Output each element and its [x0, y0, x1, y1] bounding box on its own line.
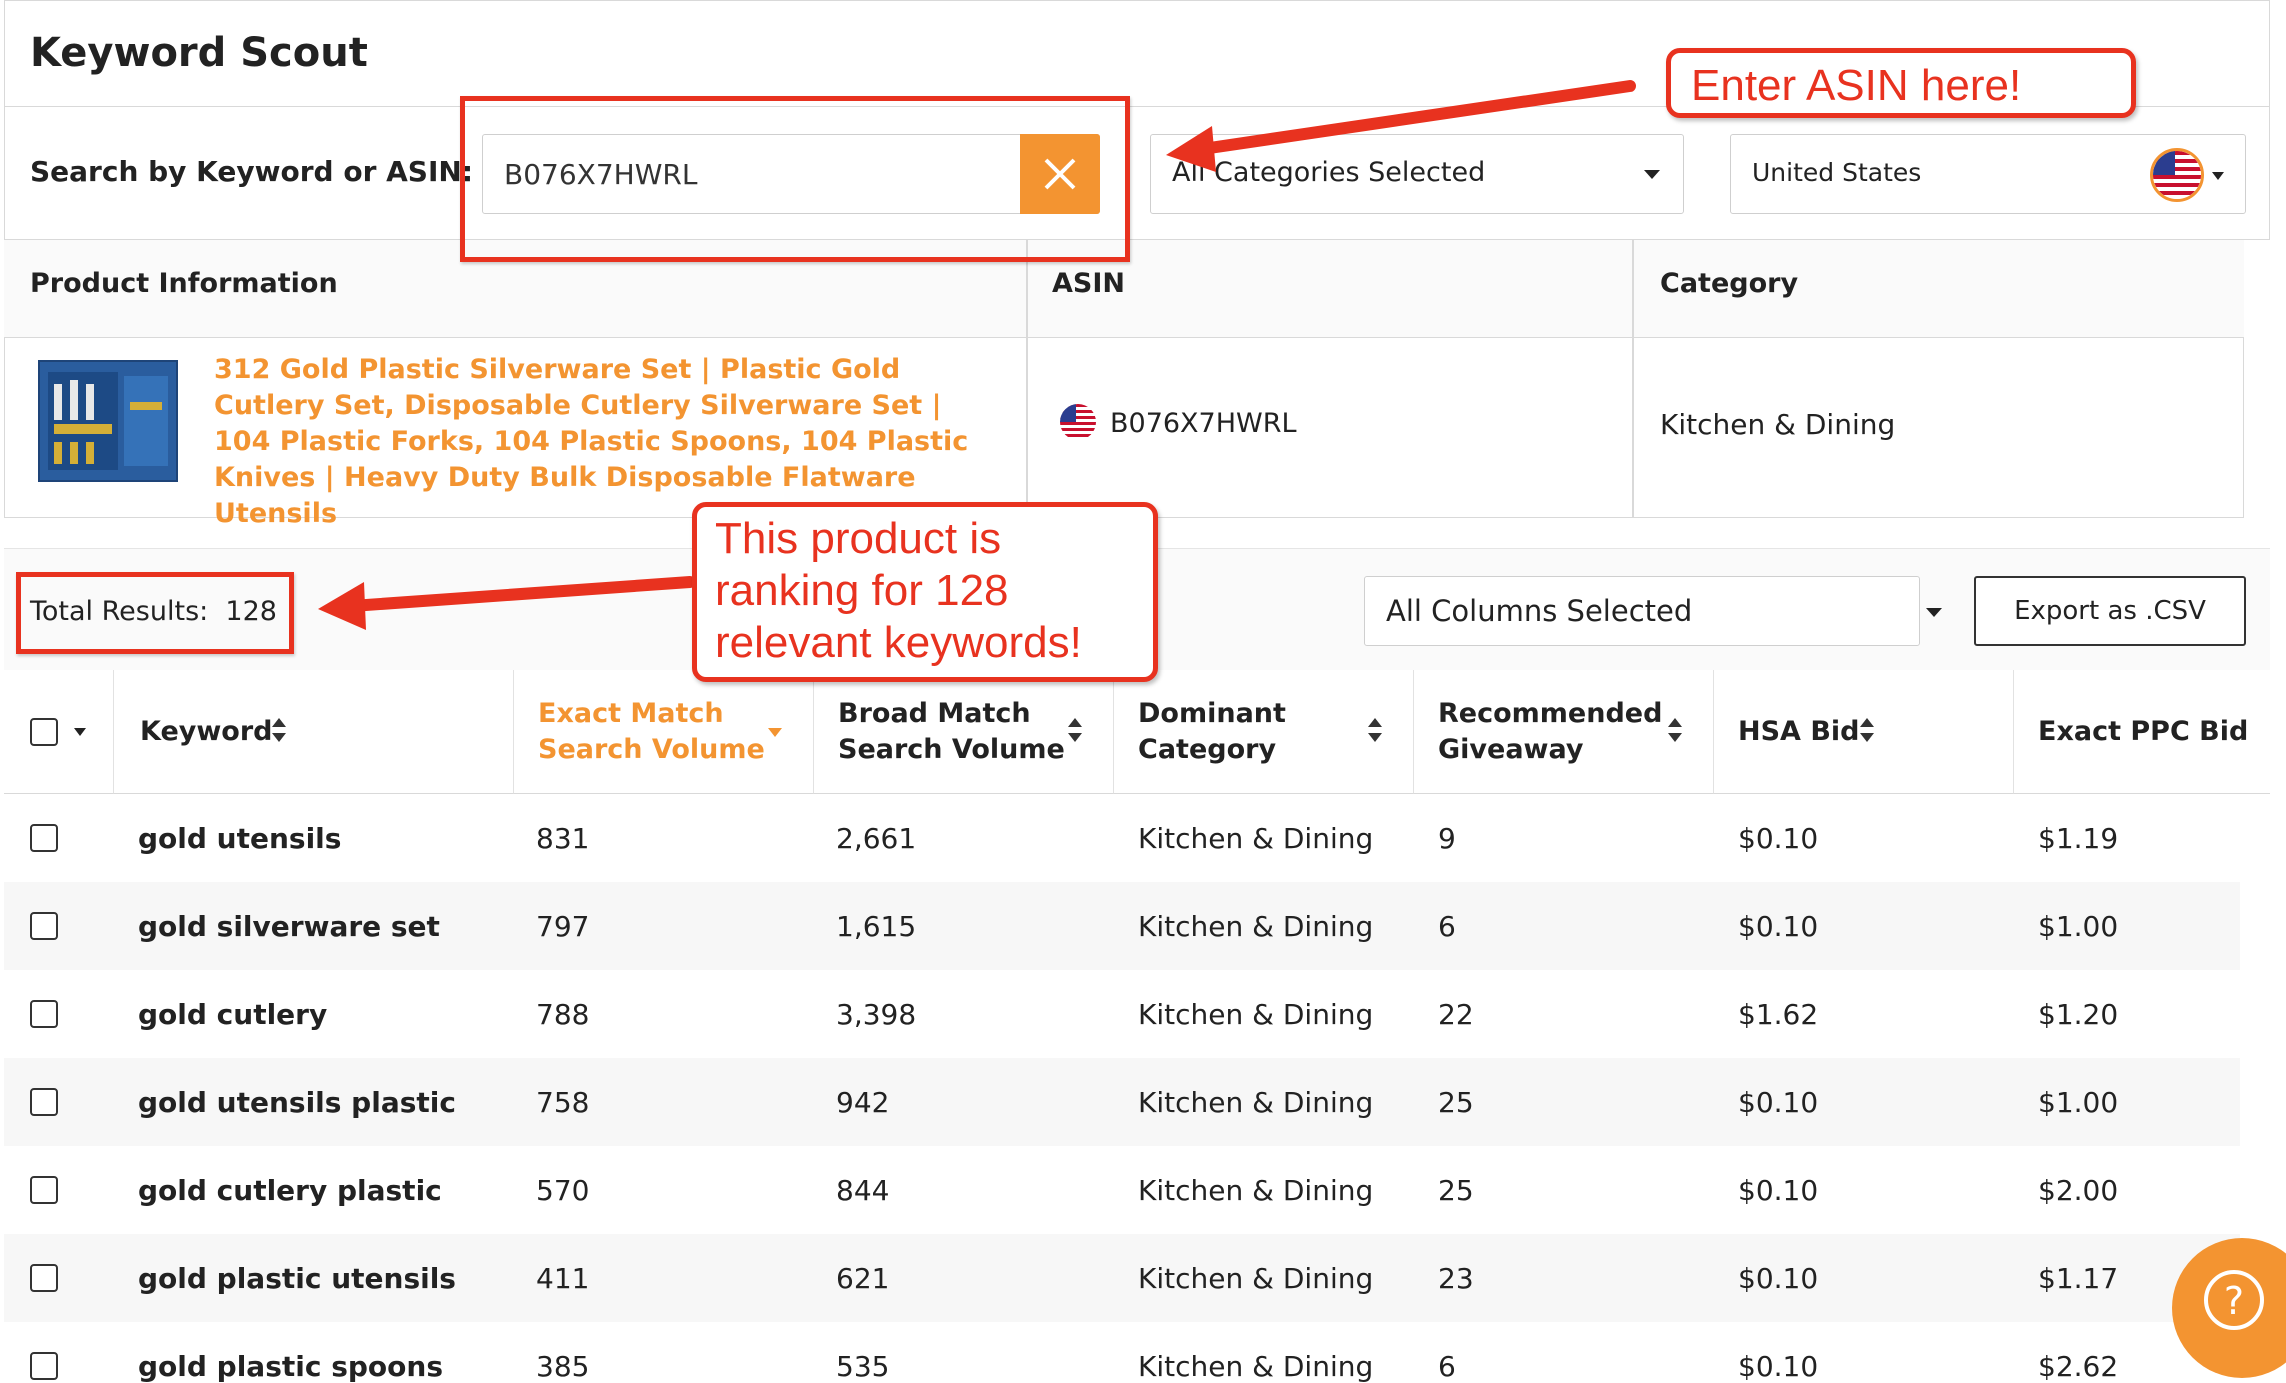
help-icon: ? — [2204, 1270, 2264, 1330]
help-button[interactable]: ? — [2172, 1238, 2286, 1378]
arrow-line — [346, 576, 696, 612]
ranking-callout-line2: ranking for 128 — [715, 566, 1009, 615]
ranking-callout-line3: relevant keywords! — [715, 618, 1082, 667]
arrow-head — [1166, 126, 1216, 172]
annotation-arrows — [318, 80, 1636, 630]
ranking-callout: This product is ranking for 128 relevant… — [692, 502, 1158, 682]
asin-callout: Enter ASIN here! — [1666, 48, 2136, 118]
arrow-head — [318, 582, 366, 630]
svg-text:?: ? — [2224, 1279, 2244, 1323]
arrow-line — [1190, 80, 1636, 156]
asin-callout-text: Enter ASIN here! — [1691, 61, 2022, 110]
ranking-callout-line1: This product is — [715, 514, 1002, 563]
